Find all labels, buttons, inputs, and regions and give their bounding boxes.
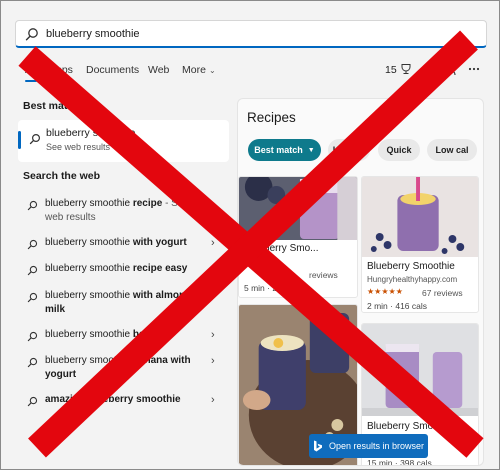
search-icon	[27, 331, 38, 342]
tab-documents[interactable]: Documents	[86, 64, 139, 76]
web-result-text: blueberry smoothie with yogurt	[45, 236, 210, 250]
filter-tabs: All Apps Documents Web More ⌄ 15	[15, 59, 487, 85]
query-prefix: blueberry smoothie	[45, 290, 133, 301]
smoothie-photo	[239, 177, 357, 240]
tab-more-label: More	[182, 64, 206, 76]
web-result-text: blueberry smoothie with almond milk	[45, 289, 210, 316]
query-prefix: blueberry smoothie	[45, 355, 133, 366]
search-icon	[27, 357, 38, 368]
web-result-item[interactable]: blueberry smoothie bowl ›	[18, 327, 229, 347]
chevron-right-icon[interactable]: ›	[211, 355, 215, 367]
best-match-heading: Best match	[23, 100, 80, 112]
tab-more[interactable]: More ⌄	[182, 64, 216, 76]
chevron-down-icon: ⌄	[208, 66, 216, 75]
recipe-meta: 2 min · 416 cals	[367, 301, 427, 311]
web-result-text: blueberry smoothie recipe - See web resu…	[45, 197, 210, 224]
open-results-in-browser-button[interactable]: Open results in browser	[309, 434, 428, 458]
recipes-panel: Recipes Best match ▼ Healthy Quick Low ca…	[237, 98, 484, 466]
web-result-text: blueberry smoothie recipe easy	[45, 262, 210, 276]
search-input[interactable]	[46, 24, 476, 44]
recipe-card[interactable]: Blueberry Smo... reviews 5 min · 211 cal…	[238, 176, 358, 298]
tab-web[interactable]: Web	[148, 64, 169, 76]
query-suggestion: recipe	[132, 198, 163, 209]
best-match-result[interactable]: blueberry smoothie See web results	[18, 120, 229, 162]
search-icon	[27, 200, 38, 211]
web-result-item[interactable]: blueberry smoothie recipe - See web resu…	[18, 196, 229, 224]
recipe-meta: 15 min · 398 cals	[367, 458, 432, 466]
chevron-right-icon[interactable]: ›	[211, 329, 215, 341]
rating-stars: ★★★★★	[367, 287, 403, 296]
query-prefix: blueberry smoothie	[45, 237, 133, 248]
query-prefix: blueberry smoothie	[45, 198, 133, 209]
open-button-label: Open results in browser	[328, 441, 425, 451]
more-options-icon[interactable]	[467, 62, 481, 76]
web-result-item[interactable]: blueberry smoothie with almond milk ›	[18, 288, 229, 320]
search-icon	[29, 133, 41, 145]
chip-quick[interactable]: Quick	[378, 139, 420, 161]
best-match-subtitle: See web results	[46, 142, 111, 152]
search-box[interactable]	[15, 20, 487, 48]
web-result-item[interactable]: blueberry smoothie banana with yogurt ›	[18, 353, 229, 385]
caret-down-icon: ▼	[307, 146, 315, 154]
windows-search-window: All Apps Documents Web More⌄ 15 Best mat…	[0, 0, 500, 470]
chip-label: Healthy	[332, 145, 366, 155]
web-result-item[interactable]: blueberry smoothie with yogurt ›	[18, 235, 229, 255]
chevron-right-icon[interactable]: ›	[211, 290, 215, 302]
recipe-name: Blueberry Smo...	[367, 421, 442, 432]
account-icon[interactable]	[443, 62, 457, 76]
chevron-right-icon[interactable]: ›	[211, 394, 215, 406]
recipe-name: Blueberry Smoothie	[367, 261, 455, 272]
rewards-trophy-icon	[401, 64, 411, 74]
recipes-title: Recipes	[247, 110, 296, 125]
web-result-item[interactable]: amazing blueberry smoothie ›	[18, 392, 229, 412]
selection-indicator	[18, 131, 21, 149]
search-icon	[27, 292, 38, 303]
web-result-text: blueberry smoothie banana with yogurt	[45, 354, 210, 381]
query-suggestion: amazing blueberry smoothie	[45, 394, 181, 405]
chip-best-match[interactable]: Best match ▼	[248, 139, 321, 161]
search-icon	[27, 239, 38, 250]
recipe-reviews: 67 reviews	[422, 288, 463, 298]
web-result-text: amazing blueberry smoothie	[45, 393, 210, 407]
chip-label: Best match	[254, 145, 303, 155]
web-result-item[interactable]: blueberry smoothie recipe easy ›	[18, 261, 229, 281]
tab-apps[interactable]: Apps	[49, 64, 73, 76]
web-result-text: blueberry smoothie bowl	[45, 328, 210, 342]
recipe-card[interactable]: Blueberry Smoothie Hungryhealthyhappy.co…	[361, 176, 479, 313]
query-suggestion: bowl	[132, 329, 156, 340]
bing-logo-icon	[313, 440, 322, 452]
recipe-meta: 5 min · 211 cals	[244, 283, 304, 293]
tab-all[interactable]: All	[25, 64, 37, 82]
smoothie-photo	[362, 177, 478, 257]
chip-low-cal[interactable]: Low cal	[427, 139, 477, 161]
query-prefix: blueberry smoothie	[45, 329, 133, 340]
chip-healthy[interactable]: Healthy	[328, 139, 370, 161]
search-icon	[27, 396, 38, 407]
query-prefix: blueberry smoothie	[45, 263, 133, 274]
chip-label: Low cal	[435, 145, 469, 155]
search-icon	[27, 265, 38, 276]
recipe-name: Blueberry Smo...	[244, 243, 319, 254]
recipe-source: Hungryhealthyhappy.com	[367, 275, 458, 284]
search-icon	[25, 28, 38, 41]
chip-label: Quick	[386, 145, 412, 155]
smoothie-photo	[362, 324, 478, 416]
chevron-right-icon[interactable]: ›	[211, 237, 215, 249]
recipe-reviews: reviews	[309, 270, 338, 280]
best-match-title: blueberry smoothie	[46, 127, 136, 139]
chevron-right-icon[interactable]: ›	[211, 263, 215, 275]
rewards-points[interactable]: 15	[385, 64, 397, 76]
query-suggestion: with yogurt	[132, 237, 187, 248]
query-suggestion: recipe easy	[132, 263, 188, 274]
search-web-heading: Search the web	[23, 170, 101, 182]
